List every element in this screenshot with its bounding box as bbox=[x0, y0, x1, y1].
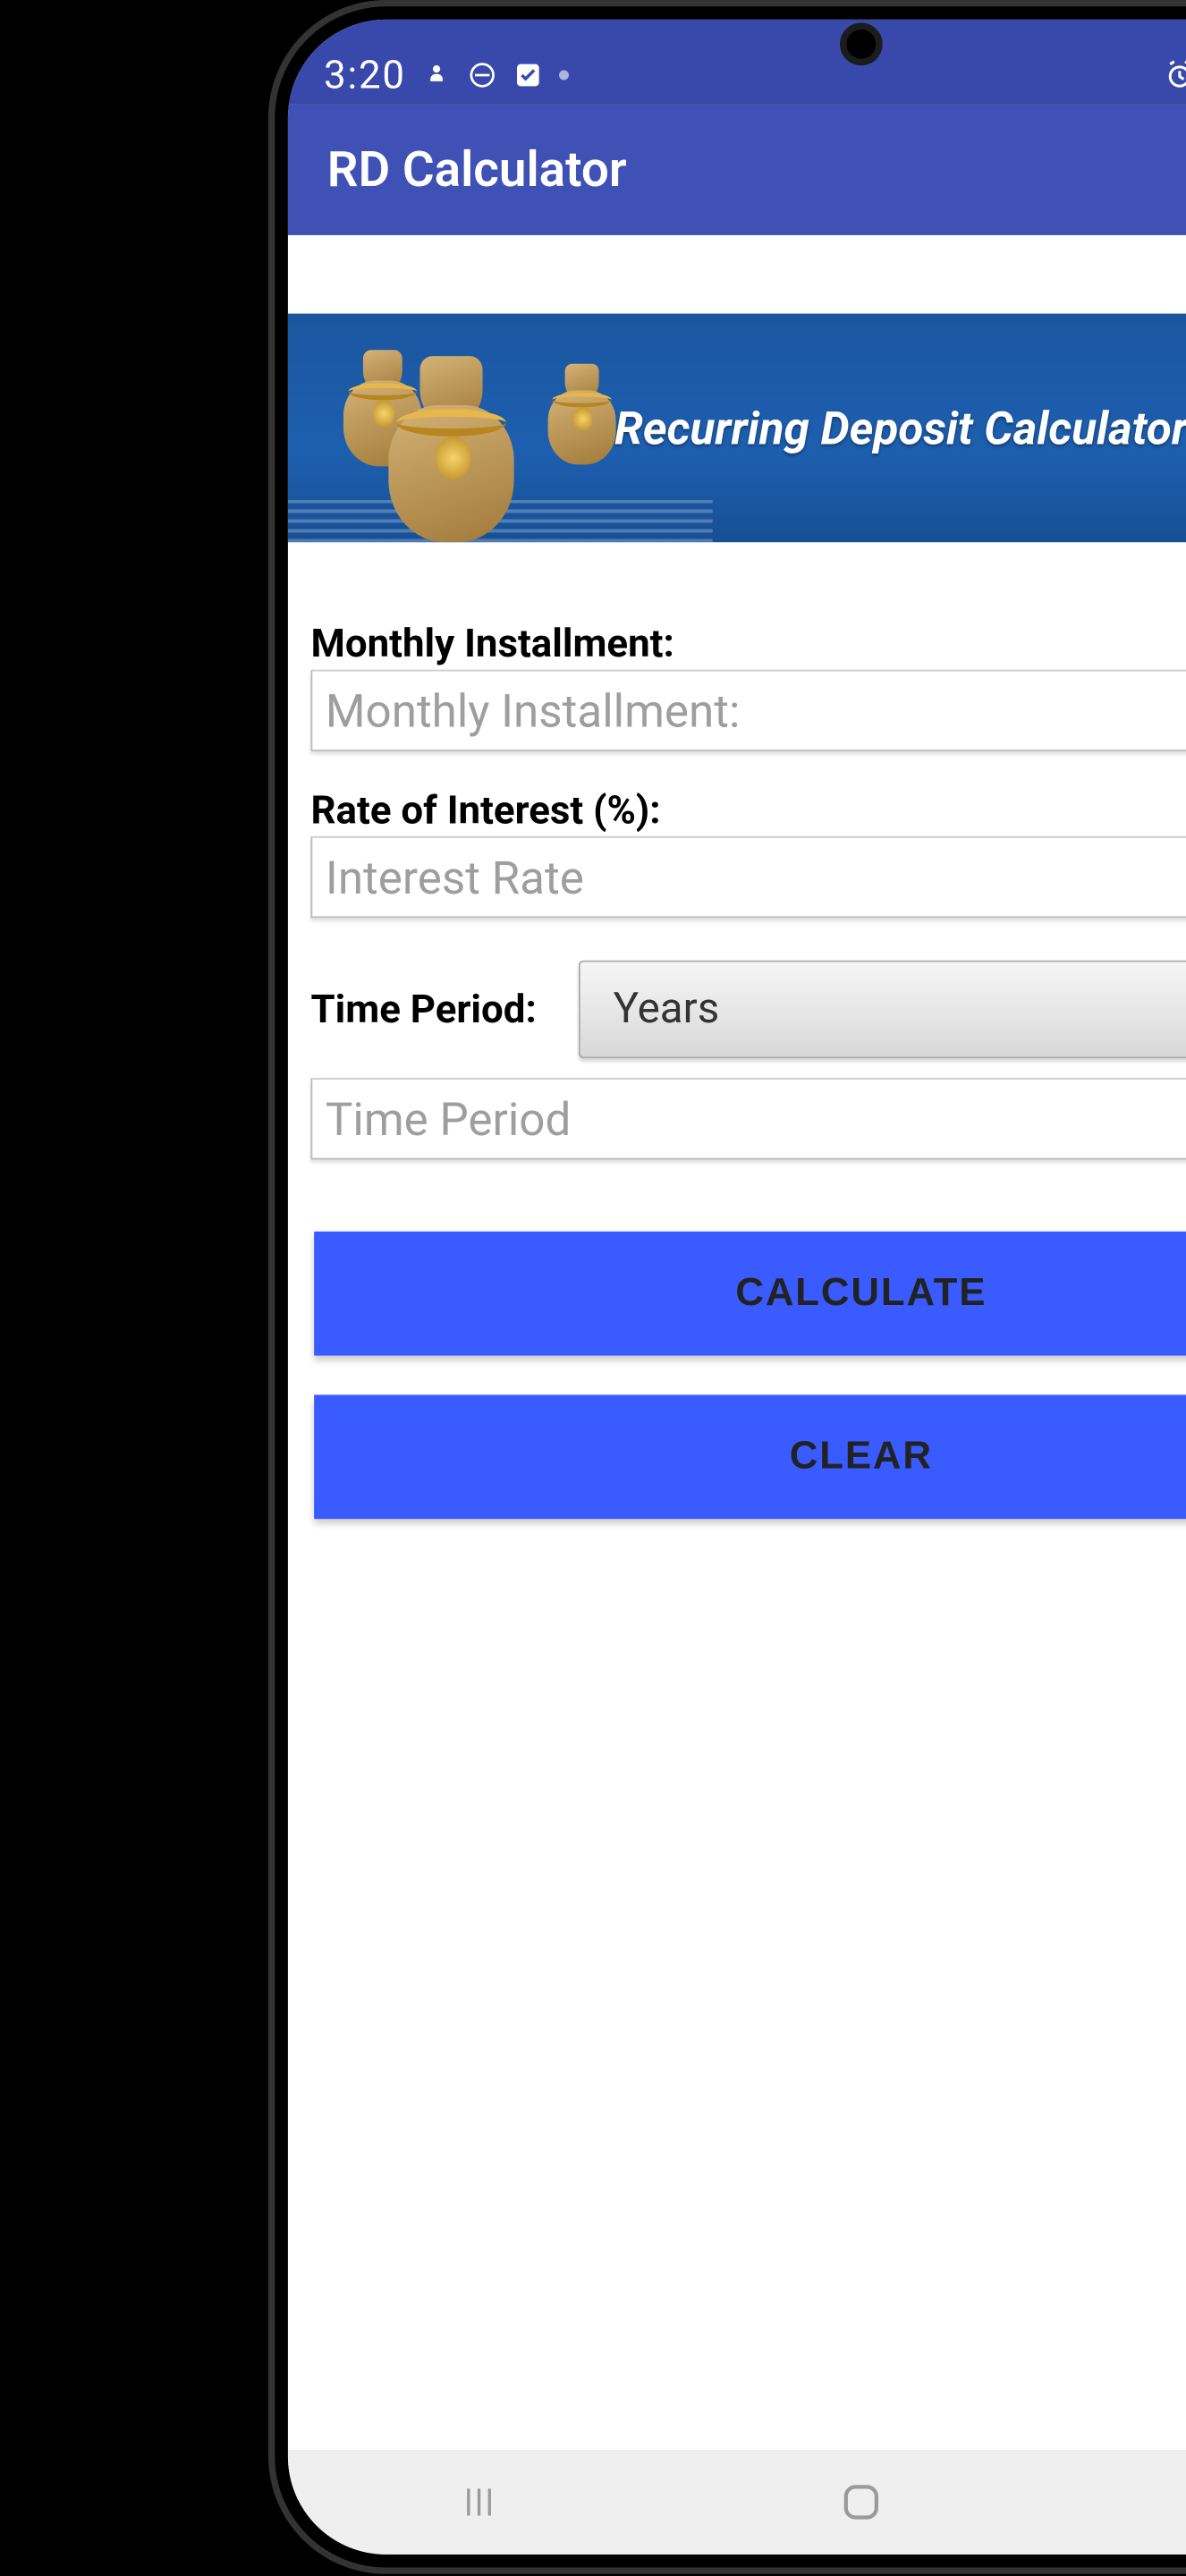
button-group: CALCULATE CLEAR bbox=[288, 1159, 1186, 1519]
more-notifications-dot bbox=[560, 71, 570, 80]
app-bar: RD Calculator bbox=[288, 105, 1186, 235]
recents-button[interactable] bbox=[414, 2470, 545, 2535]
period-unit-selected: Years bbox=[614, 985, 720, 1034]
status-right: Vo)) LTE1 4G 84 bbox=[1163, 52, 1186, 97]
period-unit-dropdown[interactable]: Years bbox=[579, 961, 1186, 1059]
device-frame: 3:20 Vo)) LTE1 bbox=[268, 0, 1186, 2574]
installment-label: Monthly Installment: bbox=[310, 621, 1186, 666]
rate-input[interactable] bbox=[310, 836, 1186, 918]
back-button[interactable] bbox=[1178, 2470, 1186, 2535]
clear-button[interactable]: CLEAR bbox=[314, 1394, 1186, 1519]
front-camera bbox=[840, 23, 882, 65]
money-bag-icon bbox=[373, 346, 529, 542]
screen: 3:20 Vo)) LTE1 bbox=[288, 20, 1186, 2555]
period-label: Time Period: bbox=[310, 987, 536, 1032]
banner: Recurring Deposit Calculator bbox=[288, 314, 1186, 543]
banner-title: Recurring Deposit Calculator bbox=[614, 401, 1186, 454]
period-input[interactable] bbox=[310, 1078, 1186, 1159]
home-button[interactable] bbox=[796, 2470, 927, 2535]
status-left: 3:20 bbox=[324, 52, 569, 97]
checkbox-icon bbox=[513, 61, 543, 90]
dnd-icon bbox=[468, 61, 497, 90]
system-nav-bar bbox=[288, 2450, 1186, 2555]
content: Recurring Deposit Calculator Monthly Ins… bbox=[288, 235, 1186, 2450]
status-bar: 3:20 Vo)) LTE1 bbox=[288, 20, 1186, 105]
rate-label: Rate of Interest (%): bbox=[310, 787, 1186, 833]
form: Monthly Installment: Rate of Interest (%… bbox=[288, 542, 1186, 1159]
calculate-button[interactable]: CALCULATE bbox=[314, 1232, 1186, 1356]
app-title: RD Calculator bbox=[327, 141, 627, 199]
money-bag-icon bbox=[539, 359, 624, 465]
call-icon bbox=[422, 61, 452, 90]
status-time: 3:20 bbox=[324, 52, 406, 97]
installment-input[interactable] bbox=[310, 670, 1186, 751]
alarm-icon bbox=[1163, 59, 1186, 92]
